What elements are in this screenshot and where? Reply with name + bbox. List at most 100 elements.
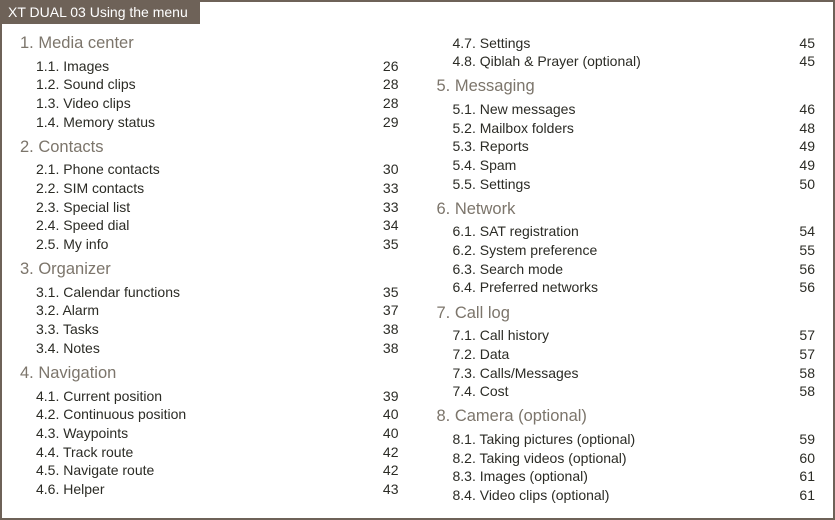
toc-entry: 3.3. Tasks38 — [20, 321, 399, 340]
toc-entry-label: 8.1. Taking pictures (optional) — [453, 431, 788, 449]
toc-entry-label: 8.4. Video clips (optional) — [453, 487, 788, 505]
toc-entry: 3.4. Notes38 — [20, 339, 399, 358]
toc-entry-label: 4.5. Navigate route — [36, 462, 371, 480]
toc-entry-label: 1.4. Memory status — [36, 114, 371, 132]
toc-entry: 2.1. Phone contacts30 — [20, 161, 399, 180]
toc-entry: 8.1. Taking pictures (optional)59 — [437, 430, 816, 449]
toc-entry-page: 42 — [371, 462, 399, 480]
toc-entry-label: 7.2. Data — [453, 346, 788, 364]
toc-entry: 4.4. Track route42 — [20, 443, 399, 462]
toc-section-heading: 7. Call log — [437, 304, 816, 323]
toc-entry-page: 56 — [787, 279, 815, 297]
toc-entry: 3.1. Calendar functions35 — [20, 283, 399, 302]
toc-entry-page: 46 — [787, 101, 815, 119]
toc-section-heading: 4. Navigation — [20, 364, 399, 383]
toc-entry-page: 33 — [371, 199, 399, 217]
toc-section-heading: 1. Media center — [20, 34, 399, 53]
toc-entry-label: 4.6. Helper — [36, 481, 371, 499]
toc-entry: 7.3. Calls/Messages58 — [437, 364, 816, 383]
toc-entry: 2.4. Speed dial34 — [20, 217, 399, 236]
toc-entry: 5.5. Settings50 — [437, 175, 816, 194]
toc-entry-page: 43 — [371, 481, 399, 499]
toc-entry-page: 54 — [787, 223, 815, 241]
toc-entry: 5.3. Reports49 — [437, 138, 816, 157]
toc-entry: 7.2. Data57 — [437, 345, 816, 364]
toc-entry-label: 4.3. Waypoints — [36, 425, 371, 443]
toc-entry-page: 58 — [787, 383, 815, 401]
toc-entry-page: 39 — [371, 388, 399, 406]
toc-entry-page: 38 — [371, 321, 399, 339]
toc-entry-page: 61 — [787, 487, 815, 505]
toc-entry: 7.1. Call history57 — [437, 327, 816, 346]
toc-entry-page: 58 — [787, 365, 815, 383]
toc-entry: 6.4. Preferred networks56 — [437, 279, 816, 298]
toc-entry-label: 4.1. Current position — [36, 388, 371, 406]
header-tab: XT DUAL 03 Using the menu — [0, 0, 200, 24]
toc-entry-page: 45 — [787, 53, 815, 71]
toc-entry-page: 40 — [371, 406, 399, 424]
toc-entry-label: 4.2. Continuous position — [36, 406, 371, 424]
toc-entry-label: 3.3. Tasks — [36, 321, 371, 339]
toc-entry: 6.3. Search mode56 — [437, 260, 816, 279]
toc-entry-label: 2.1. Phone contacts — [36, 161, 371, 179]
toc-entry-label: 5.3. Reports — [453, 138, 788, 156]
toc-entry: 6.2. System preference55 — [437, 242, 816, 261]
toc-content: 1. Media center 1.1. Images261.2. Sound c… — [2, 24, 833, 518]
toc-entry-page: 33 — [371, 180, 399, 198]
toc-entry-page: 28 — [371, 76, 399, 94]
header-tab-title: XT DUAL 03 Using the menu — [8, 4, 188, 20]
toc-entry: 4.6. Helper43 — [20, 480, 399, 499]
toc-entry-label: 5.2. Mailbox folders — [453, 120, 788, 138]
toc-entry-label: 4.4. Track route — [36, 444, 371, 462]
toc-entry: 4.7. Settings45 — [437, 34, 816, 53]
toc-entry-label: 3.1. Calendar functions — [36, 284, 371, 302]
toc-entry-label: 3.2. Alarm — [36, 302, 371, 320]
toc-entry-page: 42 — [371, 444, 399, 462]
toc-entry-label: 2.3. Special list — [36, 199, 371, 217]
toc-section-heading: 5. Messaging — [437, 77, 816, 96]
toc-entry: 5.1. New messages46 — [437, 100, 816, 119]
toc-entry-page: 60 — [787, 450, 815, 468]
toc-section-heading: 2. Contacts — [20, 138, 399, 157]
toc-entry: 3.2. Alarm37 — [20, 302, 399, 321]
toc-entry-page: 59 — [787, 431, 815, 449]
toc-entry-page: 29 — [371, 114, 399, 132]
toc-entry-page: 28 — [371, 95, 399, 113]
toc-entry-label: 3.4. Notes — [36, 340, 371, 358]
toc-entry-page: 37 — [371, 302, 399, 320]
toc-entry-label: 6.4. Preferred networks — [453, 279, 788, 297]
toc-entry-page: 49 — [787, 157, 815, 175]
toc-entry: 2.5. My info35 — [20, 236, 399, 255]
toc-entry: 1.1. Images26 — [20, 57, 399, 76]
toc-entry-label: 7.3. Calls/Messages — [453, 365, 788, 383]
toc-entry-label: 1.3. Video clips — [36, 95, 371, 113]
toc-entry-label: 8.2. Taking videos (optional) — [453, 450, 788, 468]
toc-entry-page: 48 — [787, 120, 815, 138]
toc-entry: 2.3. Special list33 — [20, 198, 399, 217]
toc-entry: 7.4. Cost58 — [437, 383, 816, 402]
toc-entry-label: 2.5. My info — [36, 236, 371, 254]
toc-entry-label: 1.1. Images — [36, 58, 371, 76]
toc-entry: 2.2. SIM contacts33 — [20, 179, 399, 198]
toc-entry: 1.3. Video clips28 — [20, 94, 399, 113]
toc-entry-page: 34 — [371, 217, 399, 235]
toc-entry-label: 6.2. System preference — [453, 242, 788, 260]
toc-entry-label: 4.7. Settings — [453, 35, 788, 53]
toc-entry-page: 61 — [787, 468, 815, 486]
toc-entry-page: 50 — [787, 176, 815, 194]
toc-entry-page: 45 — [787, 35, 815, 53]
toc-section-heading: 6. Network — [437, 200, 816, 219]
toc-entry-label: 6.3. Search mode — [453, 261, 788, 279]
toc-entry-label: 5.5. Settings — [453, 176, 788, 194]
toc-entry: 4.3. Waypoints40 — [20, 424, 399, 443]
toc-entry-label: 7.1. Call history — [453, 327, 788, 345]
toc-entry-page: 35 — [371, 236, 399, 254]
toc-entry: 4.8. Qiblah & Prayer (optional)45 — [437, 53, 816, 72]
toc-entry-label: 6.1. SAT registration — [453, 223, 788, 241]
toc-entry: 8.3. Images (optional)61 — [437, 468, 816, 487]
toc-entry: 1.2. Sound clips28 — [20, 76, 399, 95]
toc-section-heading: 8. Camera (optional) — [437, 407, 816, 426]
toc-section-heading: 3. Organizer — [20, 260, 399, 279]
toc-entry-label: 1.2. Sound clips — [36, 76, 371, 94]
toc-entry: 4.5. Navigate route42 — [20, 462, 399, 481]
